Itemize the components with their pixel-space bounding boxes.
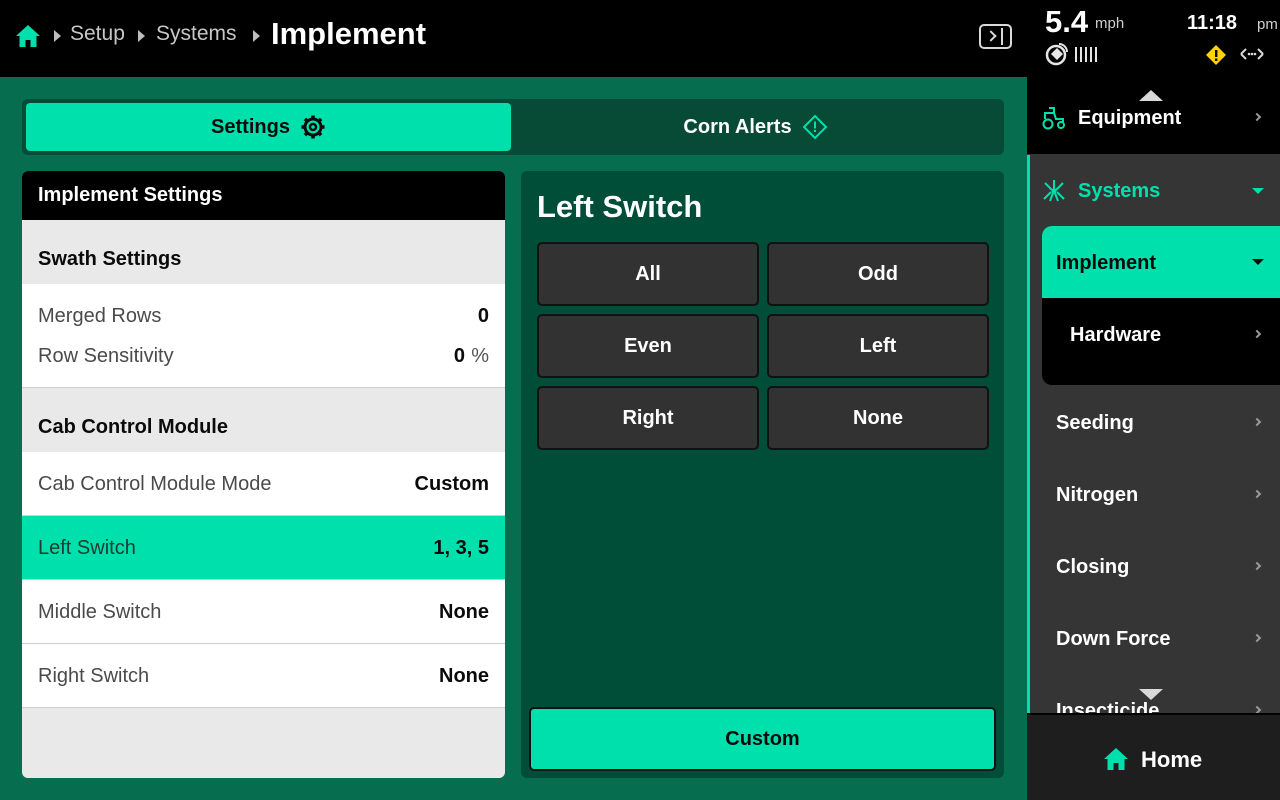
- option-left-button[interactable]: Left: [767, 314, 989, 378]
- option-right-button[interactable]: Right: [537, 386, 759, 450]
- tab-settings[interactable]: Settings: [26, 103, 511, 151]
- chevron-right-icon: [1252, 705, 1262, 713]
- top-bar: Setup Systems Implement: [0, 0, 1027, 77]
- clock-ampm: pm: [1257, 16, 1278, 33]
- right-switch-row[interactable]: Right Switch None: [22, 644, 505, 708]
- main-content: Settings Corn Alerts Implement Settings …: [0, 77, 1027, 800]
- sidebar-item-down-force[interactable]: Down Force: [1027, 602, 1280, 674]
- sidebar-item-label: Implement: [1056, 252, 1157, 274]
- gps-satellite-icon: [1045, 43, 1068, 66]
- clock-time: 11:18: [1187, 12, 1238, 34]
- switch-options-panel: Left Switch All Odd Even Left Right None…: [521, 171, 1004, 778]
- sidebar-item-label: Insecticide: [1056, 700, 1160, 713]
- sidebar-item-seeding[interactable]: Seeding: [1027, 386, 1280, 458]
- section-swath-settings: Swath Settings: [22, 220, 505, 284]
- merged-rows-value: 0: [477, 305, 489, 327]
- left-switch-row[interactable]: Left Switch 1, 3, 5: [22, 516, 505, 580]
- home-icon: [1104, 748, 1128, 770]
- connection-icon: [1240, 48, 1264, 60]
- tractor-icon: [1042, 107, 1065, 130]
- row-label: Middle Switch: [38, 601, 162, 623]
- sidebar-item-equipment[interactable]: Equipment: [1027, 77, 1280, 154]
- chevron-right-icon: [1252, 329, 1262, 339]
- cab-control-module-mode-row[interactable]: Cab Control Module Mode Custom: [22, 452, 505, 516]
- sidebar-item-closing[interactable]: Closing: [1027, 530, 1280, 602]
- systems-submenu: Implement Hardware: [1042, 226, 1280, 385]
- option-even-button[interactable]: Even: [537, 314, 759, 378]
- middle-switch-row[interactable]: Middle Switch None: [22, 580, 505, 644]
- systems-icon: [1043, 180, 1065, 202]
- chevron-right-icon: [1252, 633, 1262, 643]
- sidebar-item-nitrogen[interactable]: Nitrogen: [1027, 458, 1280, 530]
- chevron-right-icon: [1252, 489, 1262, 499]
- sidebar-item-implement[interactable]: Implement: [1042, 226, 1280, 298]
- sidebar-item-label: Seeding: [1056, 412, 1134, 434]
- sidebar-item-label: Hardware: [1070, 324, 1162, 346]
- row-value: Custom: [414, 473, 489, 495]
- tab-corn-alerts[interactable]: Corn Alerts: [511, 103, 1000, 151]
- breadcrumb-setup[interactable]: Setup: [70, 22, 125, 46]
- home-label: Home: [1141, 747, 1203, 772]
- sidebar-item-label: Equipment: [1078, 107, 1182, 129]
- status-area: 5.4 mph 11:18 pm: [1027, 0, 1280, 77]
- breadcrumb-chevron-icon: [253, 30, 260, 42]
- caret-down-icon: [1252, 259, 1264, 265]
- page-title: Implement: [271, 16, 427, 51]
- sidebar-item-hardware[interactable]: Hardware: [1042, 298, 1280, 370]
- row-label: Cab Control Module Mode: [38, 473, 272, 495]
- alert-diamond-icon: [802, 114, 827, 140]
- panel-title: Implement Settings: [22, 171, 505, 220]
- row-label: Left Switch: [38, 537, 136, 559]
- tab-bar: Settings Corn Alerts: [22, 99, 1004, 155]
- sidebar-item-label: Down Force: [1056, 628, 1171, 650]
- row-sensitivity-label: Row Sensitivity: [38, 345, 174, 367]
- tab-corn-alerts-label: Corn Alerts: [683, 115, 792, 138]
- option-none-button[interactable]: None: [767, 386, 989, 450]
- sidebar-item-label: Systems: [1078, 180, 1161, 202]
- swath-settings-row[interactable]: Merged Rows 0 Row Sensitivity 0 %: [22, 284, 505, 388]
- scroll-down-icon[interactable]: [1139, 689, 1163, 700]
- merged-rows-label: Merged Rows: [38, 305, 162, 327]
- chevron-right-icon: [1252, 561, 1262, 571]
- row-value: None: [439, 665, 489, 687]
- row-label: Right Switch: [38, 665, 150, 687]
- sidebar-item-systems[interactable]: Systems: [1027, 154, 1280, 226]
- row-sensitivity-value: 0: [453, 345, 465, 367]
- scroll-up-icon[interactable]: [1139, 90, 1163, 101]
- chevron-right-icon: [1252, 112, 1262, 122]
- row-sensitivity-unit: %: [471, 345, 489, 367]
- speed-value: 5.4: [1045, 4, 1089, 39]
- home-icon[interactable]: [14, 22, 42, 50]
- caret-down-icon: [1252, 188, 1264, 194]
- breadcrumb-systems[interactable]: Systems: [156, 22, 237, 46]
- custom-button[interactable]: Custom: [529, 707, 996, 771]
- section-cab-control-module: Cab Control Module: [22, 388, 505, 452]
- speed-unit: mph: [1095, 15, 1125, 32]
- sidebar-item-label: Nitrogen: [1056, 484, 1139, 506]
- sidebar-item-label: Closing: [1056, 556, 1130, 578]
- tab-settings-label: Settings: [211, 115, 290, 138]
- gear-icon: [301, 115, 325, 139]
- option-odd-button[interactable]: Odd: [767, 242, 989, 306]
- option-all-button[interactable]: All: [537, 242, 759, 306]
- warning-icon[interactable]: [1205, 44, 1227, 66]
- chevron-right-icon: [1252, 417, 1262, 427]
- sidebar-scroll-area: Equipment Systems Implement Hardware See: [1027, 77, 1280, 713]
- breadcrumb-chevron-icon: [138, 30, 145, 42]
- implement-settings-panel: Implement Settings Swath Settings Merged…: [22, 171, 505, 778]
- breadcrumb-chevron-icon: [54, 30, 61, 42]
- switch-panel-title: Left Switch: [537, 189, 703, 224]
- panel-toggle-icon[interactable]: [979, 24, 1012, 49]
- row-value: None: [439, 601, 489, 623]
- signal-bars-icon: [1075, 47, 1097, 62]
- row-value: 1, 3, 5: [433, 537, 489, 559]
- sidebar: Equipment Systems Implement Hardware See: [1027, 77, 1280, 800]
- home-button[interactable]: Home: [1027, 713, 1280, 800]
